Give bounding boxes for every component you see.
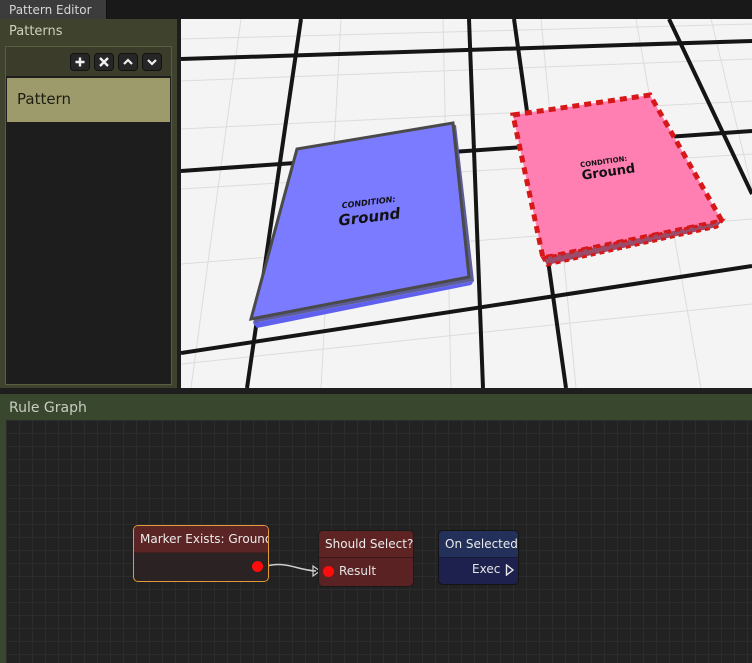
scene-canvas: CONDITION: Ground CONDITION: Ground	[181, 19, 752, 388]
pattern-list-item[interactable]: Pattern	[7, 78, 170, 122]
marker-exists-output-port[interactable]	[252, 561, 263, 572]
remove-pattern-button[interactable]	[94, 53, 114, 71]
pattern-list-item-label: Pattern	[17, 90, 71, 108]
should-select-result-label: Result	[339, 564, 377, 578]
chevron-up-icon	[123, 58, 133, 65]
add-pattern-button[interactable]	[70, 53, 90, 71]
node-marker-exists-title: Marker Exists: Ground	[134, 526, 268, 553]
chevron-down-icon	[147, 59, 157, 66]
close-icon	[99, 57, 109, 67]
patterns-toolbar	[6, 47, 171, 76]
scene-viewport[interactable]: CONDITION: Ground CONDITION: Ground	[181, 19, 752, 388]
on-selected-exec-label: Exec	[472, 562, 501, 576]
patterns-panel: Patterns Pattern	[0, 19, 177, 388]
node-marker-exists[interactable]: Marker Exists: Ground	[133, 525, 269, 582]
rule-graph-canvas[interactable]: Marker Exists: Ground Should Select? Res…	[6, 420, 752, 663]
node-should-select-title: Should Select?	[319, 531, 413, 558]
plus-icon	[75, 57, 85, 67]
patterns-panel-title: Patterns	[9, 24, 63, 39]
rule-graph-panel: Rule Graph Marker Exists: Ground Should …	[0, 394, 752, 663]
patterns-list-container: Pattern	[5, 46, 172, 385]
should-select-input-port[interactable]	[323, 566, 334, 577]
tab-pattern-editor[interactable]: Pattern Editor	[0, 0, 107, 19]
move-up-button[interactable]	[118, 53, 138, 71]
move-down-button[interactable]	[142, 53, 162, 71]
node-on-selected-title: On Selected	[439, 531, 518, 558]
editor-tab-bar: Pattern Editor	[0, 0, 752, 19]
node-on-selected[interactable]: On Selected Exec	[438, 530, 519, 585]
rule-graph-title: Rule Graph	[9, 400, 87, 416]
node-should-select[interactable]: Should Select? Result	[318, 530, 414, 587]
exec-port-icon[interactable]	[505, 564, 515, 576]
